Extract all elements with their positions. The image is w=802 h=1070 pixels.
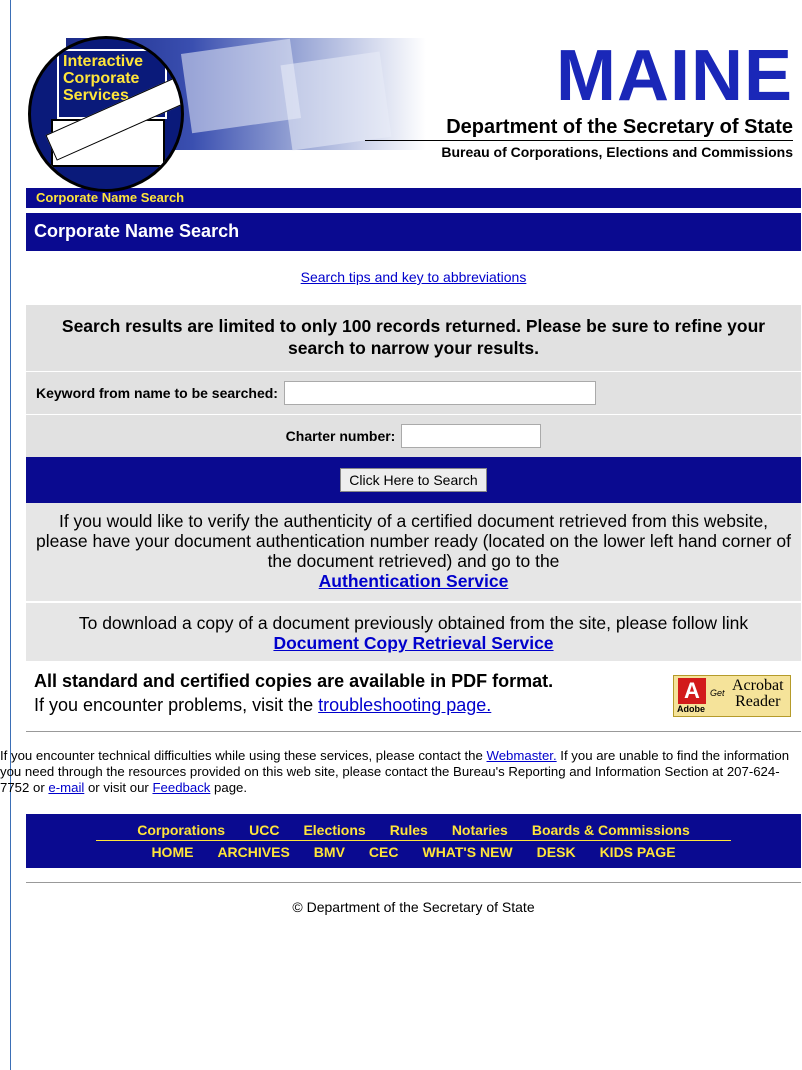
document-retrieval-text: To download a copy of a document previou… — [78, 613, 749, 633]
adobe-logo-icon: A — [678, 678, 706, 704]
logo-line: Corporate — [63, 70, 140, 87]
page-left-border — [10, 0, 11, 1070]
keyword-input[interactable] — [283, 381, 596, 405]
nav-desk[interactable]: DESK — [537, 844, 576, 860]
breadcrumb[interactable]: Corporate Name Search — [26, 188, 801, 208]
header-divider — [365, 140, 793, 141]
footer-nav: Corporations UCC Elections Rules Notarie… — [26, 814, 801, 868]
search-bar: Click Here to Search — [26, 457, 801, 503]
feedback-link[interactable]: Feedback — [152, 780, 210, 795]
keyword-row: Keyword from name to be searched: — [26, 371, 801, 414]
nav-corporations[interactable]: Corporations — [137, 822, 225, 838]
banner-paper-image — [280, 51, 392, 151]
webmaster-link[interactable]: Webmaster. — [487, 748, 557, 763]
ics-logo[interactable]: Interactive Corporate Services — [28, 36, 184, 192]
department-title: Department of the Secretary of State — [446, 116, 793, 138]
footer-nav-rule — [96, 840, 731, 841]
troubleshooting-prefix: If you encounter problems, visit the — [34, 695, 319, 715]
authentication-service-link[interactable]: Authentication Service — [319, 571, 509, 591]
acrobat-reader-badge[interactable]: A Adobe Get Acrobat Reader — [673, 675, 791, 717]
adobe-label: Adobe — [677, 704, 705, 714]
nav-whats-new[interactable]: WHAT'S NEW — [422, 844, 512, 860]
troubleshooting-text: If you encounter problems, visit the tro… — [34, 695, 491, 716]
authentication-text: If you would like to verify the authenti… — [36, 511, 791, 571]
nav-notaries[interactable]: Notaries — [452, 822, 508, 838]
keyword-label: Keyword from name to be searched: — [36, 385, 278, 401]
divider — [26, 882, 801, 883]
search-button[interactable]: Click Here to Search — [340, 468, 487, 492]
nav-bmv[interactable]: BMV — [314, 844, 345, 860]
divider — [26, 731, 801, 732]
state-title[interactable]: MAINE — [556, 40, 793, 112]
troubleshooting-link[interactable]: troubleshooting page. — [318, 695, 491, 715]
nav-ucc[interactable]: UCC — [249, 822, 279, 838]
nav-rules[interactable]: Rules — [390, 822, 428, 838]
acrobat-reader-label: Acrobat Reader — [732, 678, 784, 710]
nav-boards-commissions[interactable]: Boards & Commissions — [532, 822, 690, 838]
copyright: © Department of the Secretary of State — [292, 899, 535, 915]
contact-text: or visit our — [84, 780, 153, 795]
nav-cec[interactable]: CEC — [369, 844, 399, 860]
document-retrieval-info: To download a copy of a document previou… — [26, 601, 801, 661]
nav-elections[interactable]: Elections — [303, 822, 365, 838]
contact-info: If you encounter technical difficulties … — [0, 748, 800, 796]
reader-word: Reader — [735, 693, 781, 710]
email-link[interactable]: e-mail — [48, 780, 84, 795]
nav-archives[interactable]: ARCHIVES — [217, 844, 289, 860]
tips-section: Search tips and key to abbreviations — [26, 269, 801, 285]
search-tips-link[interactable]: Search tips and key to abbreviations — [301, 269, 527, 285]
header-banner: Interactive Corporate Services MAINE Dep… — [26, 28, 801, 192]
contact-text: If you encounter technical difficulties … — [0, 748, 487, 763]
authentication-info: If you would like to verify the authenti… — [26, 503, 801, 601]
charter-label: Charter number: — [285, 428, 396, 444]
charter-row: Charter number: — [26, 414, 801, 457]
contact-text: page. — [210, 780, 248, 795]
footer-nav-row-1: Corporations UCC Elections Rules Notarie… — [26, 822, 801, 838]
document-retrieval-link[interactable]: Document Copy Retrieval Service — [273, 633, 553, 653]
footer-nav-row-2: HOME ARCHIVES BMV CEC WHAT'S NEW DESK KI… — [26, 844, 801, 860]
pdf-availability-text: All standard and certified copies are av… — [34, 671, 554, 691]
charter-input[interactable] — [401, 424, 542, 448]
get-label: Get — [710, 688, 725, 698]
nav-home[interactable]: HOME — [151, 844, 193, 860]
page-container: Interactive Corporate Services MAINE Dep… — [0, 28, 801, 915]
logo-line: Interactive — [63, 53, 144, 70]
bureau-title: Bureau of Corporations, Elections and Co… — [441, 144, 793, 160]
page-title: Corporate Name Search — [26, 213, 801, 251]
acrobat-word: Acrobat — [732, 677, 784, 694]
pdf-notice: All standard and certified copies are av… — [26, 671, 801, 731]
nav-kids-page[interactable]: KIDS PAGE — [600, 844, 676, 860]
results-limit-notice: Search results are limited to only 100 r… — [26, 305, 801, 371]
